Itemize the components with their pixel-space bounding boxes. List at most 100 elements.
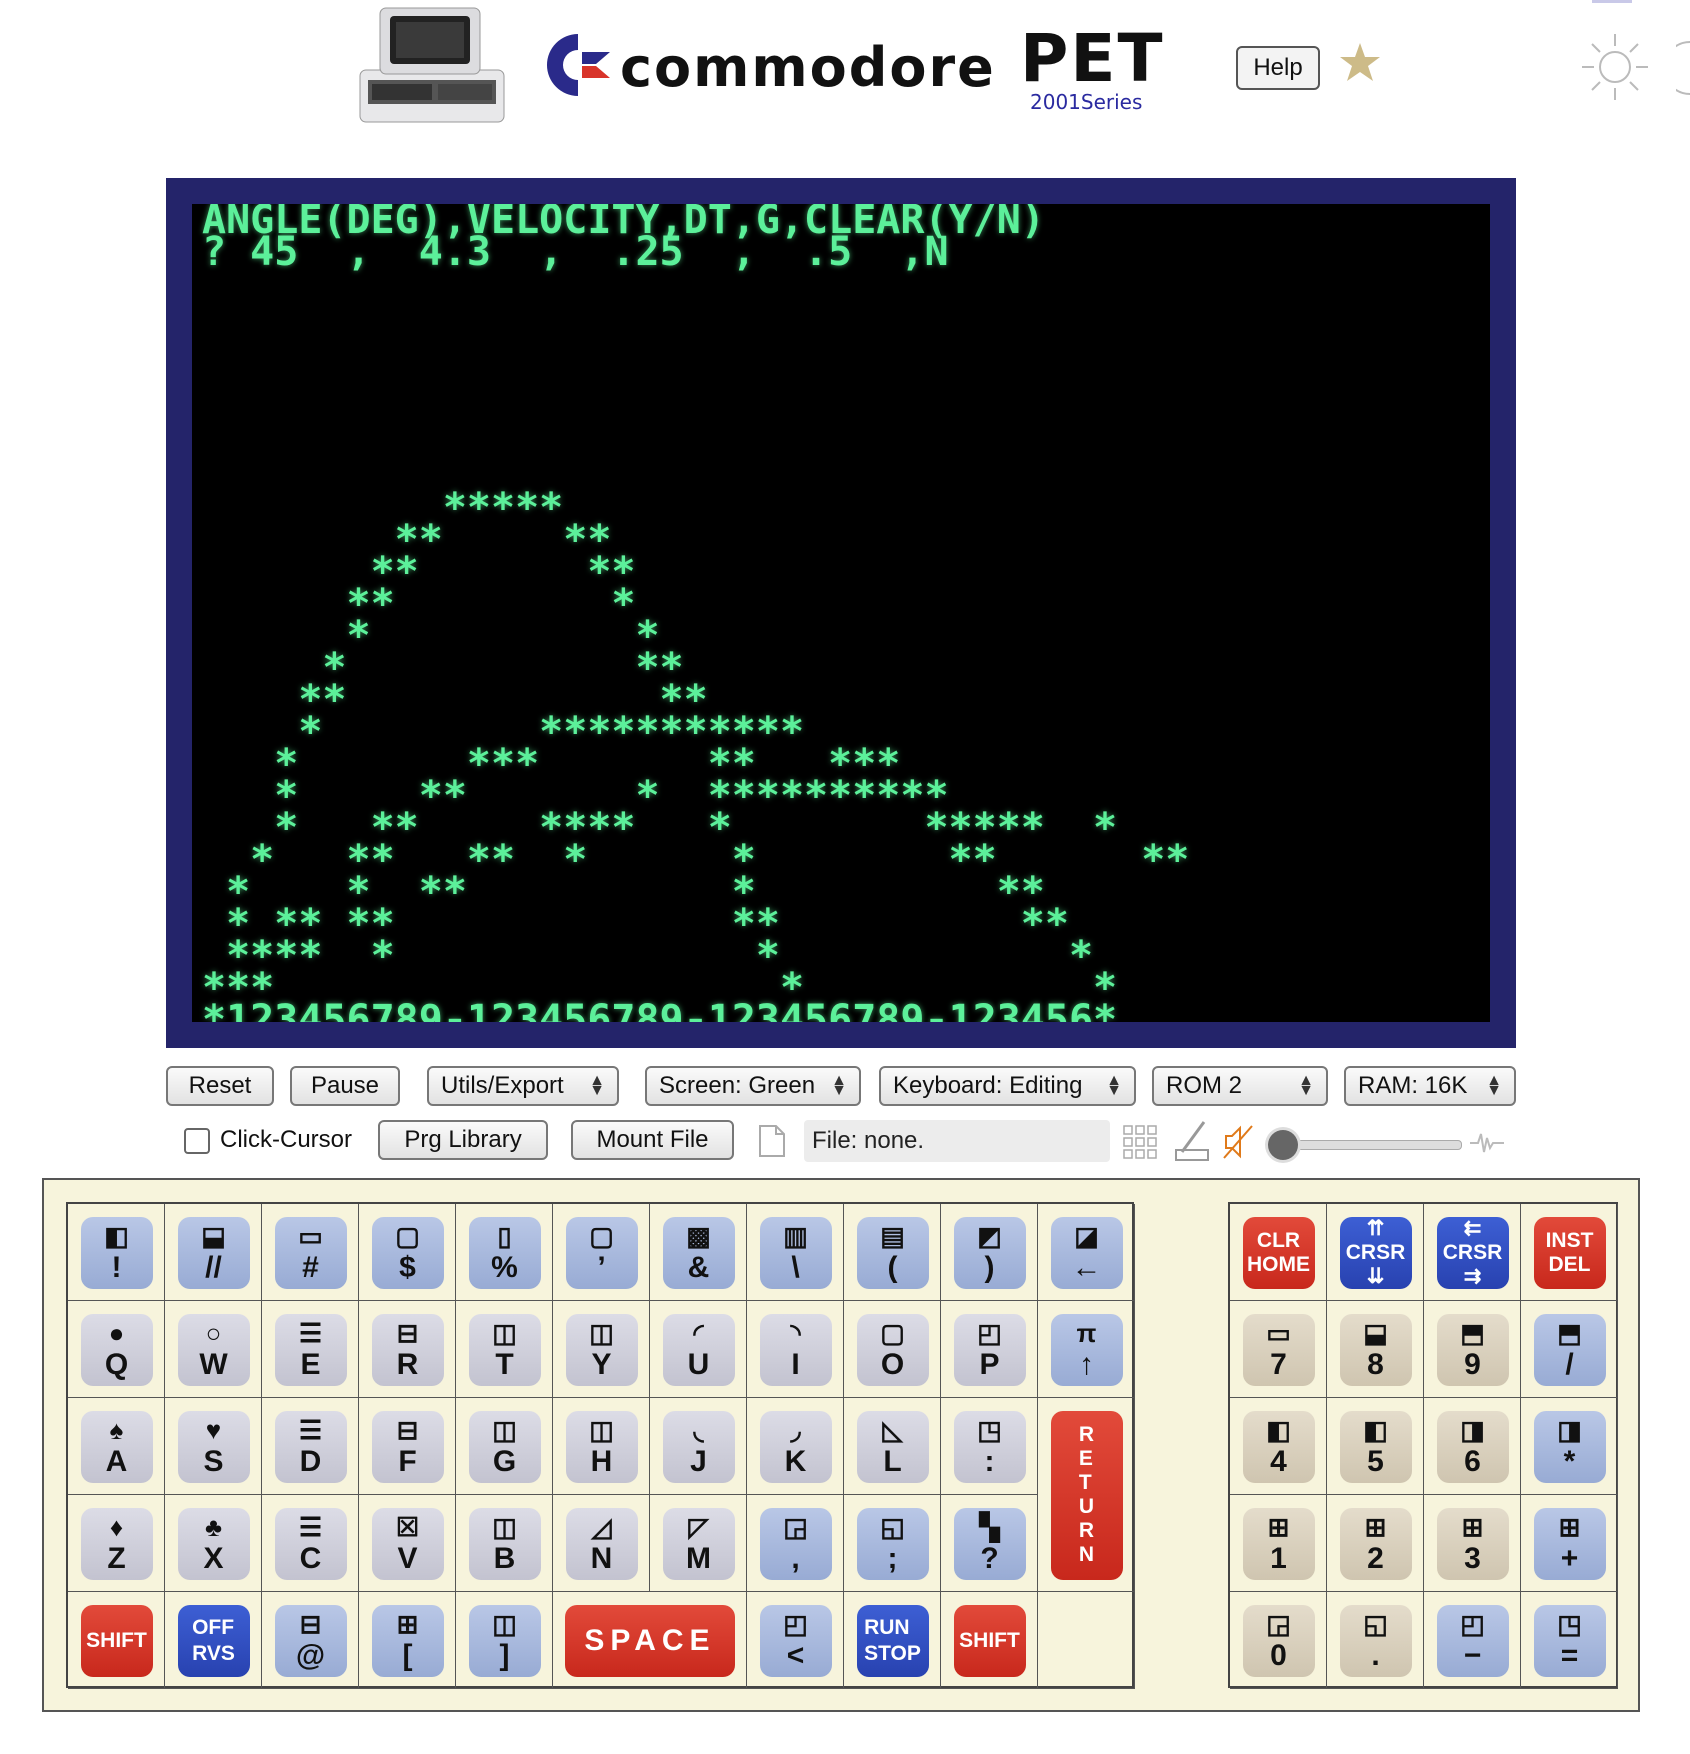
key-semicolon[interactable]: ◱;	[856, 1507, 929, 1580]
rom-select[interactable]: ROM 2 ▲ ▼	[1152, 1066, 1328, 1106]
key-0[interactable]: ◲ 0	[1242, 1604, 1315, 1677]
sun-icon[interactable]	[1580, 32, 1650, 102]
key-amp[interactable]: ▩ &	[662, 1216, 735, 1289]
key-l[interactable]: ◺ L	[856, 1410, 929, 1483]
key-at[interactable]: ⊟ @	[274, 1604, 347, 1677]
screen-color-select[interactable]: Screen: Green ▲ ▼	[645, 1066, 861, 1106]
key-graphic-icon: ♠	[109, 1414, 124, 1445]
key-rbracket[interactable]: ◫]	[468, 1604, 541, 1677]
key-period[interactable]: ◱.	[1339, 1604, 1412, 1677]
key-y[interactable]: ◫ Y	[565, 1313, 638, 1386]
key-f[interactable]: ⊟ F	[371, 1410, 444, 1483]
volume-slider-track[interactable]	[1280, 1140, 1462, 1150]
utils-export-select[interactable]: Utils/Export ▲ ▼	[427, 1066, 619, 1106]
key-z[interactable]: ♦ Z	[80, 1507, 153, 1580]
key-label: C	[299, 1541, 322, 1575]
key-graphic-icon: ⬒	[1460, 1317, 1485, 1348]
star-icon[interactable]	[1338, 40, 1382, 84]
ram-select[interactable]: RAM: 16K ▲ ▼	[1344, 1066, 1516, 1106]
key-s[interactable]: ♥ S	[177, 1410, 250, 1483]
key-label: F	[398, 1444, 417, 1478]
key-4[interactable]: ◧ 4	[1242, 1410, 1315, 1483]
reset-button[interactable]: Reset	[166, 1066, 274, 1106]
key-left-arrow[interactable]: ◪ ←	[1050, 1216, 1123, 1289]
key-c[interactable]: ☰ C	[274, 1507, 347, 1580]
key-dquote[interactable]: ⬓//	[177, 1216, 250, 1289]
key-e[interactable]: ☰ E	[274, 1313, 347, 1386]
key-label: SHIFT	[959, 1628, 1020, 1652]
key-hash[interactable]: ▭ #	[274, 1216, 347, 1289]
key-r[interactable]: ⊟ R	[371, 1313, 444, 1386]
key-clr-home[interactable]: CLR HOME	[1242, 1216, 1315, 1289]
keyboard-mode-select[interactable]: Keyboard: Editing ▲ ▼	[879, 1066, 1136, 1106]
pause-button[interactable]: Pause	[290, 1066, 400, 1106]
key-g[interactable]: ◫ G	[468, 1410, 541, 1483]
key-dollar[interactable]: ▢ $	[371, 1216, 444, 1289]
key-label: E	[300, 1347, 321, 1381]
key-k[interactable]: ◞ K	[759, 1410, 832, 1483]
key-percent[interactable]: ▯%	[468, 1216, 541, 1289]
key-v[interactable]: ☒ V	[371, 1507, 444, 1580]
help-button[interactable]: Help	[1236, 46, 1320, 90]
key-3[interactable]: ⊞ 3	[1436, 1507, 1509, 1580]
keyboard-grid-icon[interactable]	[1122, 1124, 1160, 1162]
key-q[interactable]: ● Q	[80, 1313, 153, 1386]
key-6[interactable]: ◨ 6	[1436, 1410, 1509, 1483]
mount-file-button[interactable]: Mount File	[571, 1120, 734, 1160]
key-equals[interactable]: ◳ =	[1533, 1604, 1606, 1677]
run-stop-key[interactable]: RUN STOP	[856, 1604, 929, 1677]
key-less[interactable]: ◰ <	[759, 1604, 832, 1677]
key-d[interactable]: ☰ D	[274, 1410, 347, 1483]
keyboard-mode-label: Keyboard: Editing	[893, 1072, 1083, 1099]
key-backslash[interactable]: ▥ \	[759, 1216, 832, 1289]
key-inst-del[interactable]: INST DEL	[1533, 1216, 1606, 1289]
return-key[interactable]: R E T U R N	[1050, 1410, 1123, 1580]
key-crsr[interactable]: ⇇ CRSR ⇉	[1436, 1216, 1509, 1289]
key-m[interactable]: ◸ M	[662, 1507, 735, 1580]
pet-screen[interactable]: ANGLE(DEG),VELOCITY,DT,G,CLEAR(Y/N) ? 45…	[192, 204, 1490, 1022]
key-1[interactable]: ⊞ 1	[1242, 1507, 1315, 1580]
shift-right-key[interactable]: SHIFT	[953, 1604, 1026, 1677]
key-question[interactable]: ▚?	[953, 1507, 1026, 1580]
key-i[interactable]: ◝ I	[759, 1313, 832, 1386]
key-up-arrow[interactable]: π ↑	[1050, 1313, 1123, 1386]
key-slash[interactable]: ⬒ /	[1533, 1313, 1606, 1386]
key-5[interactable]: ◧ 5	[1339, 1410, 1412, 1483]
key-plus[interactable]: ⊞ +	[1533, 1507, 1606, 1580]
moon-icon[interactable]	[1676, 40, 1690, 96]
key-8[interactable]: ⬓ 8	[1339, 1313, 1412, 1386]
joystick-icon[interactable]	[1172, 1118, 1212, 1162]
key-j[interactable]: ◟ J	[662, 1410, 735, 1483]
key-p[interactable]: ◰ P	[953, 1313, 1026, 1386]
key-graphic-icon: ⊞	[1461, 1511, 1484, 1542]
mute-speaker-icon[interactable]	[1222, 1124, 1256, 1160]
key-2[interactable]: ⊞ 2	[1339, 1507, 1412, 1580]
shift-left-key[interactable]: SHIFT	[80, 1604, 153, 1677]
key-9[interactable]: ⬒ 9	[1436, 1313, 1509, 1386]
key-comma[interactable]: ◲,	[759, 1507, 832, 1580]
off-rvs-key[interactable]: OFF RVS	[177, 1604, 250, 1677]
key-lbracket[interactable]: ⊞[	[371, 1604, 444, 1677]
key-w[interactable]: ○ W	[177, 1313, 250, 1386]
key-n[interactable]: ◿ N	[565, 1507, 638, 1580]
volume-slider-thumb[interactable]	[1268, 1130, 1298, 1160]
click-cursor-checkbox[interactable]	[184, 1128, 210, 1154]
space-key[interactable]: SPACE	[565, 1604, 735, 1677]
key-x[interactable]: ♣ X	[177, 1507, 250, 1580]
key-t[interactable]: ◫ T	[468, 1313, 541, 1386]
key-star[interactable]: ◨ *	[1533, 1410, 1606, 1483]
key-h[interactable]: ◫ H	[565, 1410, 638, 1483]
key-o[interactable]: ▢ O	[856, 1313, 929, 1386]
key-exclaim[interactable]: ◧!	[80, 1216, 153, 1289]
key-a[interactable]: ♠ A	[80, 1410, 153, 1483]
key-crsr[interactable]: ⇈ CRSR ⇊	[1339, 1216, 1412, 1289]
key-b[interactable]: ◫ B	[468, 1507, 541, 1580]
key-apostrophe[interactable]: ▢’	[565, 1216, 638, 1289]
key-u[interactable]: ◜ U	[662, 1313, 735, 1386]
prg-library-button[interactable]: Prg Library	[378, 1120, 548, 1160]
key-rparen[interactable]: ◩)	[953, 1216, 1026, 1289]
key-7[interactable]: ▭ 7	[1242, 1313, 1315, 1386]
key-minus[interactable]: ◰ −	[1436, 1604, 1509, 1677]
key-colon[interactable]: ◳:	[953, 1410, 1026, 1483]
key-lparen[interactable]: ▤(	[856, 1216, 929, 1289]
